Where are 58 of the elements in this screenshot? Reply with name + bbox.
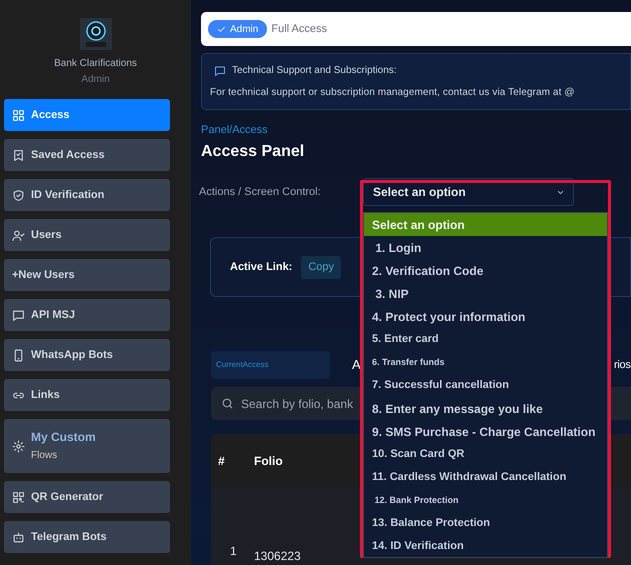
dropdown-option[interactable]: 11. Cardless Withdrawal Cancellation xyxy=(364,466,607,489)
dropdown-option[interactable]: 8. Enter any message you like xyxy=(364,397,607,420)
sidebar-item[interactable]: ID Verification xyxy=(4,179,170,211)
sidebar-item[interactable]: Links xyxy=(4,379,170,411)
sidebar-item[interactable]: Access xyxy=(4,99,170,131)
message-icon xyxy=(12,308,25,322)
dropdown-option[interactable]: 2. Verification Code xyxy=(364,259,607,282)
control-label: Actions / Screen Control: xyxy=(199,184,322,200)
page-title: Access Panel xyxy=(201,142,306,162)
robot-icon xyxy=(12,530,25,544)
sidebar-item-label: My Custom xyxy=(31,430,96,444)
sidebar-item[interactable]: Saved Access xyxy=(4,139,170,171)
sidebar-item[interactable]: API MSJ xyxy=(4,299,170,331)
table-cell-text: 1306223 xyxy=(254,548,301,565)
brand-name: Bank Clarifications xyxy=(54,58,137,70)
sidebar-item[interactable]: +New Users xyxy=(4,259,170,291)
dropdown-option[interactable]: Select an option xyxy=(364,213,607,236)
breadcrumb[interactable]: Panel/Access xyxy=(201,123,631,137)
sidebar-item[interactable]: My Custom Flows xyxy=(4,419,170,473)
table-cell-text: 1 xyxy=(229,543,238,560)
sidebar-item[interactable]: WhatsApp Bots xyxy=(4,339,170,371)
dropdown-option[interactable]: 13. Balance Protection xyxy=(364,512,607,535)
column-header: Folio xyxy=(254,452,283,470)
sidebar-item-sublabel: Flows xyxy=(31,450,58,462)
column-header: # xyxy=(217,452,226,470)
grid-icon xyxy=(12,108,25,122)
phone-icon xyxy=(12,348,25,362)
access-level: Full Access xyxy=(271,22,327,37)
tab[interactable]: A xyxy=(352,355,361,375)
tab[interactable]: rios xyxy=(614,356,631,374)
dropdown-option[interactable]: 6. Transfer funds xyxy=(364,351,607,374)
shield-icon xyxy=(12,188,25,202)
tab[interactable]: CurrentAccess xyxy=(211,351,330,379)
dropdown-option[interactable]: 9. SMS Purchase - Charge Cancellation xyxy=(364,420,607,443)
check-icon xyxy=(217,24,226,34)
active-link-label: Active Link: xyxy=(230,260,292,275)
dropdown-option[interactable]: 14. ID Verification xyxy=(364,535,607,557)
message-icon xyxy=(214,64,226,76)
dropdown-option[interactable]: 5. Enter card xyxy=(364,328,607,351)
sidebar-item[interactable]: Users xyxy=(4,219,170,251)
user-check-icon xyxy=(12,228,25,242)
notice-text: For technical support or subscription management, contact us via Telegram at @ xyxy=(210,86,576,100)
copy-button[interactable]: Copy xyxy=(301,256,342,278)
dropdown-option[interactable]: 10. Scan Card QR xyxy=(364,443,607,466)
dropdown-option[interactable]: 4. Protect your information xyxy=(364,305,607,328)
dropdown-option[interactable]: 1. Login xyxy=(364,236,607,259)
qr-code-icon xyxy=(12,490,25,504)
logo-icon xyxy=(80,18,112,50)
dropdown-option[interactable]: 12. Bank Protection xyxy=(364,489,607,512)
sidebar-item[interactable]: Telegram Bots xyxy=(4,521,170,553)
user-role: Admin xyxy=(81,74,110,86)
notice-title: Technical Support and Subscriptions: xyxy=(232,64,397,78)
search-icon xyxy=(221,397,234,410)
dropdown-option[interactable]: 7. Successful cancellation xyxy=(364,374,607,397)
dropdown-option[interactable]: 3. NIP xyxy=(364,282,607,305)
admin-badge: Admin xyxy=(208,20,268,38)
sidebar-item[interactable]: QR Generator xyxy=(4,481,170,513)
bookmark-icon xyxy=(12,148,25,162)
